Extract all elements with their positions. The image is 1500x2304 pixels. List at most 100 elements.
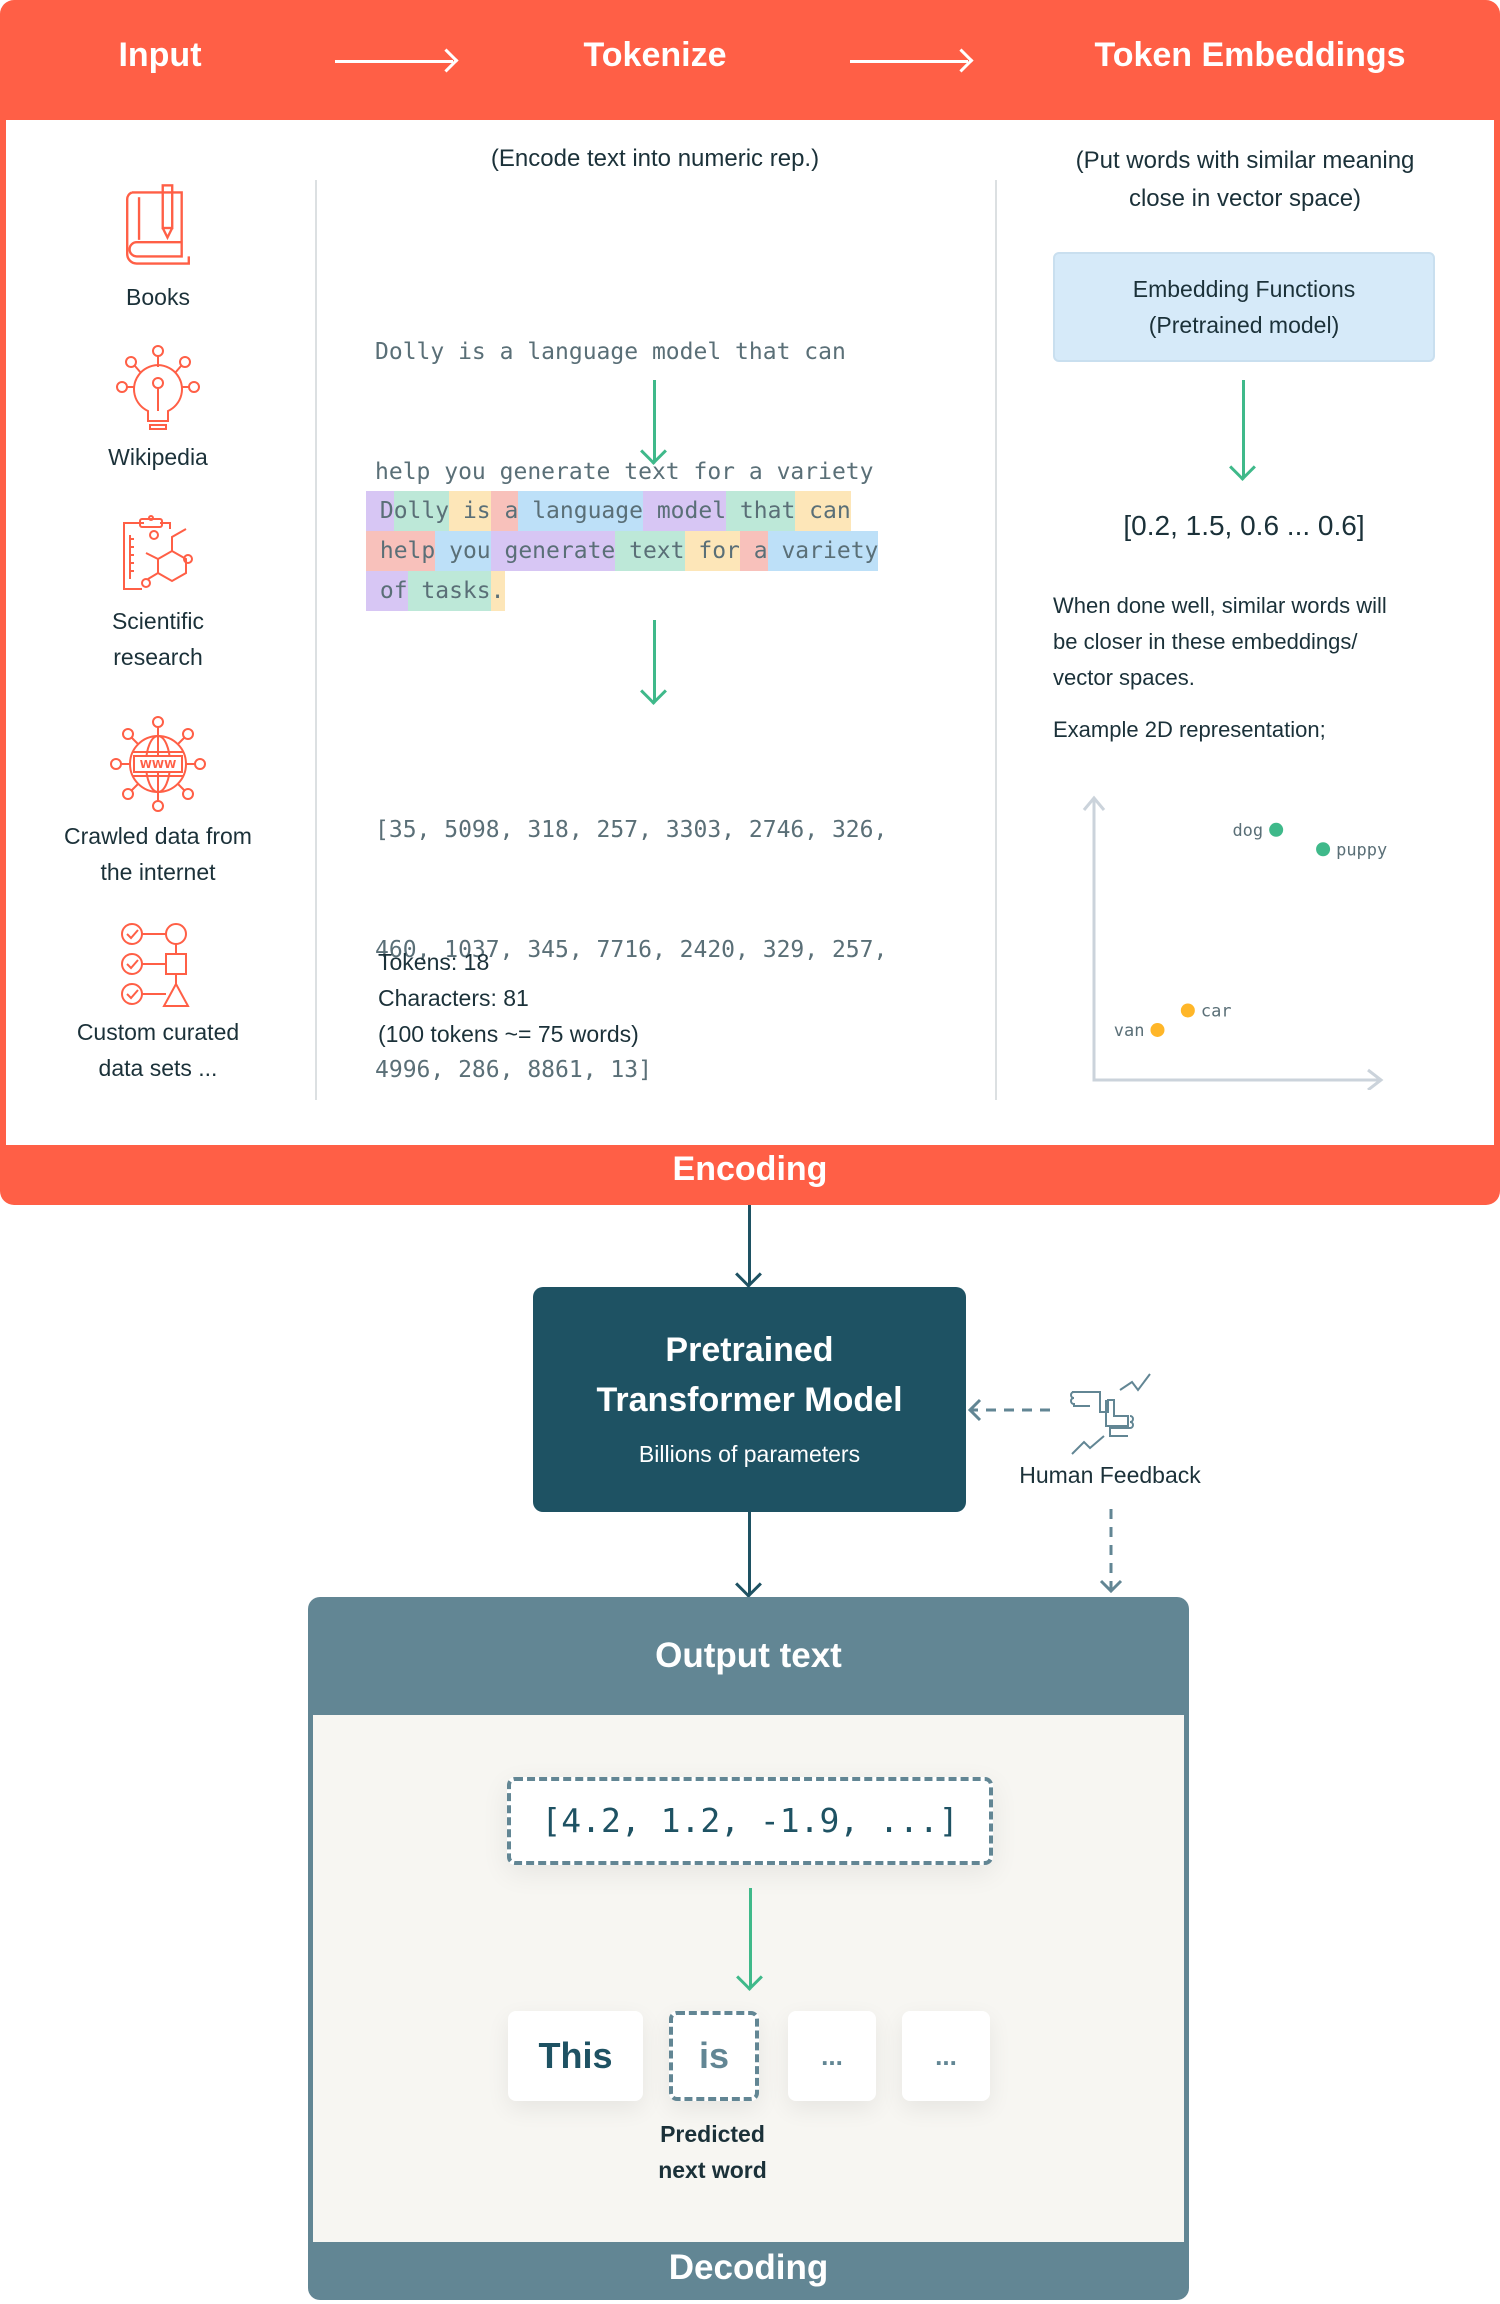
arrow-down-icon — [653, 380, 656, 462]
column-divider — [315, 180, 317, 1100]
arrow-down-icon — [748, 1512, 751, 1595]
source-books: Books — [8, 183, 308, 315]
token-chip: a — [490, 491, 519, 531]
source-label: Books — [126, 284, 190, 310]
token-line: of tasks. — [366, 571, 878, 611]
token-chip: for — [684, 531, 740, 571]
token-stats: Tokens: 18 Characters: 81 (100 tokens ~=… — [378, 944, 639, 1052]
example-label: Example 2D representation; — [1053, 717, 1326, 742]
output-word-placeholder: ... — [788, 2011, 876, 2101]
tokenized-text: Dolly is a language model that can help … — [366, 491, 879, 611]
token-chip: a — [739, 531, 768, 571]
book-pencil-icon — [126, 184, 190, 265]
thumbs-feedback-icon — [1070, 1373, 1151, 1455]
encoding-label: Encoding — [672, 1150, 828, 1188]
output-word-placeholder: ... — [902, 2011, 990, 2101]
token-chip: generate — [490, 531, 616, 571]
token-ids: [35, 5098, 318, 257, 3303, 2746, 326, 46… — [375, 730, 887, 1130]
output-word-this: This — [508, 2011, 643, 2101]
clipboard-molecule-icon — [123, 515, 193, 590]
predicted-next-word-label: Predicted next word — [640, 2116, 785, 2188]
checklist-shapes-icon — [121, 923, 190, 1007]
embedding-scatter-plot: dog puppy car van — [1082, 795, 1387, 1090]
token-line: help you generate text for a variety — [366, 531, 879, 571]
token-chip: olly — [393, 491, 450, 531]
token-chip: help — [366, 531, 436, 571]
source-label: Custom curated data sets ... — [76, 1019, 240, 1081]
model-subtitle: Billions of parameters — [638, 1441, 861, 1467]
model-title-line: Transformer Model — [596, 1381, 903, 1419]
output-vector-box: [4.2, 1.2, -1.9, ...] — [507, 1777, 993, 1865]
output-word-predicted: is — [669, 2011, 759, 2101]
description-line: When done well, similar words will — [1053, 593, 1387, 618]
token-ids-line: [35, 5098, 318, 257, 3303, 2746, 326, — [375, 817, 888, 843]
embeddings-subtitle: (Put words with similar meaning close in… — [1010, 142, 1480, 218]
arrow-down-icon — [653, 620, 656, 702]
step-tokenize-title: Tokenize — [583, 36, 727, 74]
human-feedback-label: Human Feedback — [1019, 1462, 1201, 1488]
embedding-functions-box: Embedding Functions (Pretrained model) — [1053, 252, 1435, 362]
subtitle-line: close in vector space) — [1128, 185, 1362, 212]
tokenize-subtitle: (Encode text into numeric rep.) — [490, 145, 820, 172]
embeddings-description: When done well, similar words will be cl… — [1053, 588, 1483, 696]
pretrained-transformer-model-box: Pretrained Transformer Model Billions of… — [533, 1287, 966, 1512]
arrow-down-icon — [1242, 380, 1245, 478]
arrow-down-icon — [749, 1888, 752, 1988]
description-line: be closer in these embeddings/ — [1053, 629, 1358, 654]
token-line: Dolly is a language model that can — [366, 491, 878, 531]
predicted-line: Predicted — [660, 2121, 765, 2147]
source-custom-datasets: Custom curated data sets ... — [8, 922, 308, 1086]
token-chip: language — [518, 491, 643, 531]
embedding-vector: [0.2, 1.5, 0.6 ... 0.6] — [1123, 510, 1365, 541]
model-title: Pretrained Transformer Model — [533, 1325, 966, 1425]
token-ids-line: 4996, 286, 8861, 13] — [375, 1057, 652, 1083]
scatter-label-puppy: puppy — [1336, 840, 1387, 860]
raw-text-line: Dolly is a language model that can — [375, 339, 846, 365]
model-title-line: Pretrained — [665, 1331, 834, 1369]
source-crawled-internet: WWW Crawled data from the internet — [8, 716, 308, 890]
arrow-right-icon — [335, 60, 453, 63]
token-chip: variety — [767, 531, 879, 571]
lightbulb-network-icon — [116, 345, 200, 430]
scatter-point-dog — [1269, 822, 1284, 837]
dashed-arrow-left-icon — [967, 1398, 1050, 1422]
source-label: Crawled data from the internet — [64, 823, 252, 885]
source-scientific-research: Scientific research — [8, 515, 308, 675]
token-chip: is — [449, 491, 491, 531]
scatter-label-dog: dog — [1232, 821, 1263, 841]
source-label: Wikipedia — [108, 444, 208, 470]
scatter-point-van — [1150, 1022, 1165, 1037]
scatter-point-puppy — [1316, 842, 1331, 857]
scatter-label-van: van — [1114, 1021, 1145, 1041]
token-chip: D — [366, 491, 394, 531]
token-chip: tasks — [407, 571, 491, 611]
svg-text:WWW: WWW — [140, 758, 176, 771]
token-chip: you — [435, 531, 491, 571]
globe-www-icon: WWW — [110, 716, 206, 812]
box-line: Embedding Functions — [1132, 276, 1356, 302]
token-chip: of — [366, 571, 408, 611]
token-word-ratio: (100 tokens ~= 75 words) — [378, 1021, 639, 1047]
scatter-point-car — [1180, 1003, 1195, 1018]
source-label: Scientific research — [111, 608, 205, 670]
column-divider — [995, 180, 997, 1100]
box-line: (Pretrained model) — [1148, 312, 1340, 338]
subtitle-line: (Put words with similar meaning — [1075, 147, 1415, 174]
dashed-arrow-down-icon — [1099, 1509, 1123, 1594]
token-chip: that — [726, 491, 796, 531]
step-embeddings-title: Token Embeddings — [1094, 36, 1406, 74]
step-input-title: Input — [118, 36, 202, 74]
character-count: Characters: 81 — [378, 985, 529, 1011]
arrow-down-icon — [748, 1205, 751, 1285]
token-chip: can — [795, 491, 851, 531]
output-text-title: Output text — [655, 1636, 842, 1675]
token-chip: text — [615, 531, 685, 571]
token-chip: . — [490, 571, 505, 611]
token-count: Tokens: 18 — [378, 949, 490, 975]
predicted-line: next word — [658, 2157, 767, 2183]
description-line: vector spaces. — [1053, 665, 1195, 690]
decoding-label: Decoding — [668, 2248, 829, 2287]
scatter-label-car: car — [1201, 1002, 1232, 1022]
arrow-right-icon — [850, 60, 968, 63]
token-chip: model — [642, 491, 727, 531]
